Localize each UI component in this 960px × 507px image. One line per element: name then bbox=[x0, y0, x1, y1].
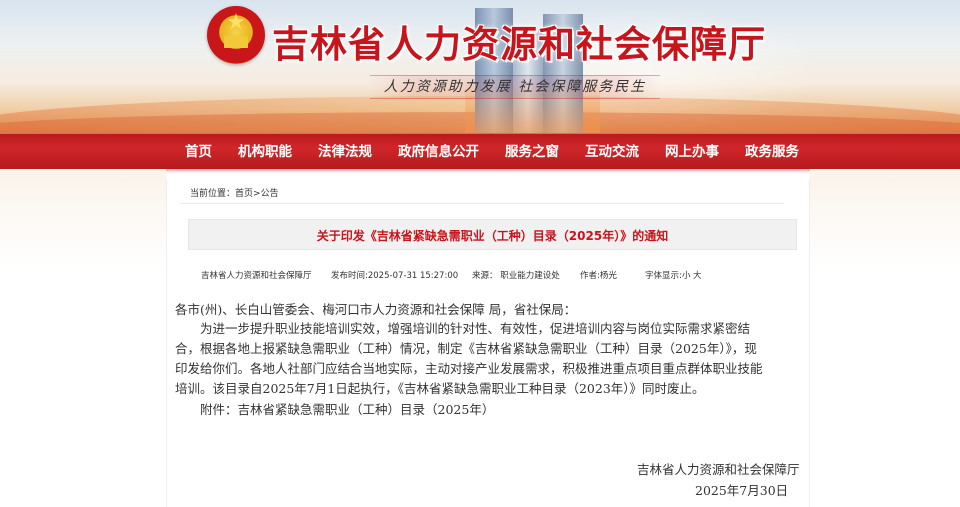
article-paragraph-line: 印发给你们。各地人社部门应结合当地实际，主动对接产业发展需求，积极推进重点项目重… bbox=[175, 361, 763, 376]
article-date: 2025年7月30日 bbox=[695, 483, 789, 498]
main-nav: 首页 机构职能 法律法规 政府信息公开 服务之窗 互动交流 网上办事 政务服务 bbox=[0, 133, 960, 169]
nav-item-interaction[interactable]: 互动交流 bbox=[572, 134, 652, 170]
article-paragraph-line: 合，根据各地上报紧缺急需职业（工种）情况，制定《吉林省紧缺急需职业（工种）目录（… bbox=[175, 341, 757, 356]
article-paragraph-line: 各市(州)、长白山管委会、梅河口市人力资源和社会保障 局，省社保局： bbox=[175, 302, 577, 317]
article-author: 作者:杨光 bbox=[580, 271, 617, 281]
breadcrumb-home-link[interactable]: 首页 bbox=[235, 189, 253, 199]
font-size-large-button[interactable]: 大 bbox=[693, 269, 702, 283]
breadcrumb-separator: > bbox=[253, 189, 261, 199]
article-attachment-line[interactable]: 附件：吉林省紧缺急需职业（工种）目录（2025年） bbox=[175, 401, 815, 419]
font-size-label: 字体显示: bbox=[645, 271, 682, 281]
nav-item-home[interactable]: 首页 bbox=[172, 134, 225, 170]
font-size-small-button[interactable]: 小 bbox=[682, 269, 691, 283]
nav-item-gov-service[interactable]: 政务服务 bbox=[732, 134, 812, 170]
article-publisher: 吉林省人力资源和社会保障厅 bbox=[201, 271, 312, 281]
nav-list: 首页 机构职能 法律法规 政府信息公开 服务之窗 互动交流 网上办事 政务服务 bbox=[172, 134, 812, 170]
article-title: 关于印发《吉林省紧缺急需职业（工种）目录（2025年）》的通知 bbox=[316, 229, 669, 243]
article-source: 来源： 职业能力建设处 bbox=[472, 271, 560, 281]
nav-item-gov-info[interactable]: 政府信息公开 bbox=[385, 134, 492, 170]
breadcrumb: 当前位置：首页>公告 bbox=[180, 184, 784, 204]
breadcrumb-current-link[interactable]: 公告 bbox=[261, 189, 279, 199]
nav-item-service-window[interactable]: 服务之窗 bbox=[492, 134, 572, 170]
site-banner: ★ 吉林省人力资源和社会保障厅 人力资源助力发展 社会保障服务民生 bbox=[0, 0, 960, 133]
nav-item-laws[interactable]: 法律法规 bbox=[305, 134, 385, 170]
page-background-left bbox=[0, 169, 166, 507]
breadcrumb-prefix: 当前位置： bbox=[190, 189, 236, 199]
article-title-box: 关于印发《吉林省紧缺急需职业（工种）目录（2025年）》的通知 bbox=[188, 219, 797, 250]
nav-item-functions[interactable]: 机构职能 bbox=[225, 134, 305, 170]
site-slogan: 人力资源助力发展 社会保障服务民生 bbox=[370, 75, 660, 99]
article-signature: 吉林省人力资源和社会保障厅 bbox=[637, 462, 800, 477]
page-background-right bbox=[810, 169, 960, 507]
article-publish-time: 发布时间:2025-07-31 15:27:00 bbox=[331, 271, 459, 281]
article-paragraph-line: 为进一步提升职业技能培训实效，增强培训的针对性、有效性，促进培训内容与岗位实际需… bbox=[175, 321, 751, 336]
national-emblem-logo[interactable]: ★ bbox=[207, 6, 265, 64]
site-title[interactable]: 吉林省人力资源和社会保障厅 bbox=[272, 14, 766, 68]
nav-item-online-service[interactable]: 网上办事 bbox=[652, 134, 732, 170]
article-paragraph-line: 培训。该目录自2025年7月1日起执行，《吉林省紧缺急需职业工种目录（2023年… bbox=[175, 381, 705, 396]
